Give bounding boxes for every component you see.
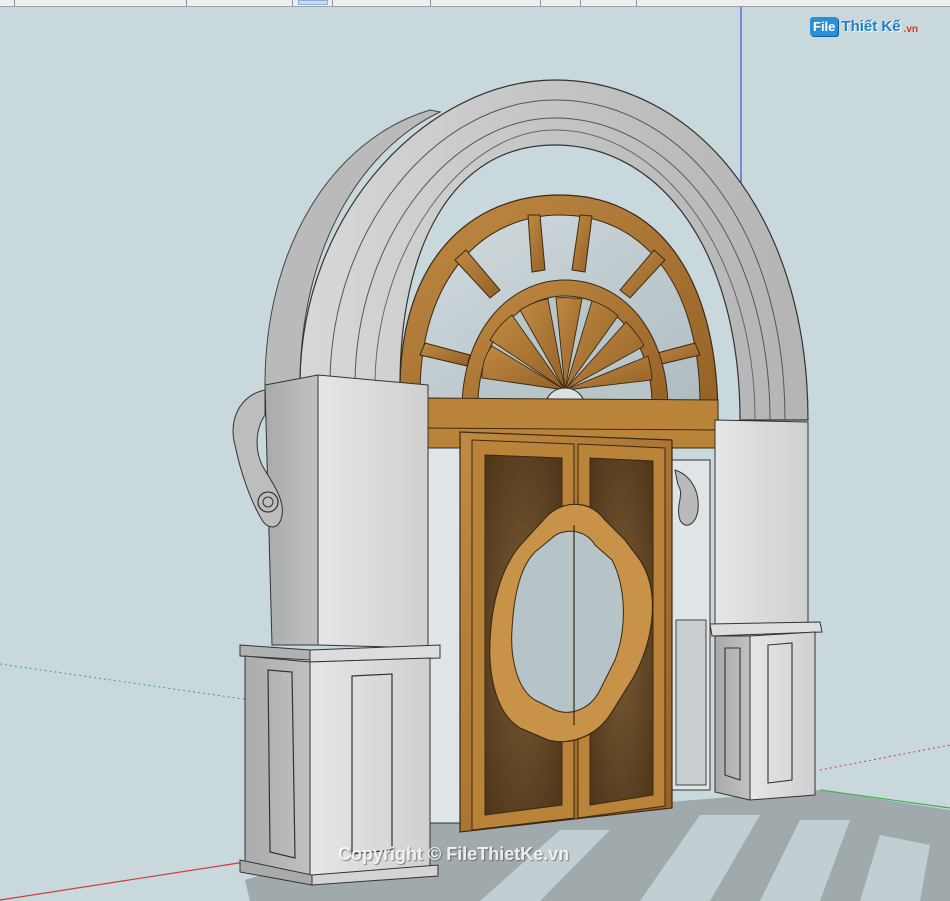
red-axis-dotted-line xyxy=(819,744,950,771)
right-sidelight-lower xyxy=(675,619,707,786)
right-base-side xyxy=(714,635,751,801)
toolbar-separator xyxy=(186,0,187,6)
toolbar-separator xyxy=(540,0,541,6)
logo-box: File xyxy=(810,16,839,36)
toolbar-separator xyxy=(14,0,15,6)
logo-domain: .vn xyxy=(903,24,919,35)
toolbar-separator xyxy=(430,0,431,6)
toolbar-active-tool-button[interactable] xyxy=(298,0,328,5)
right-pillar-front xyxy=(714,419,809,631)
toolbar-separator xyxy=(332,0,333,6)
right-base-front xyxy=(749,631,816,801)
toolbar-strip xyxy=(0,0,950,7)
red-axis-line xyxy=(0,861,246,901)
filethietke-logo: File Thiết Kế .vn xyxy=(810,13,918,39)
copyright-watermark: Copyright © FileThietKe.vn xyxy=(338,844,570,864)
green-axis-dotted-line xyxy=(0,663,251,701)
left-pillar-front xyxy=(317,374,429,649)
logo-text: Thiết Kế xyxy=(841,17,901,35)
toolbar-separator xyxy=(636,0,637,6)
toolbar-separator xyxy=(292,0,293,6)
toolbar-separator xyxy=(580,0,581,6)
left-base-side xyxy=(244,655,311,879)
model-viewport[interactable] xyxy=(0,7,950,901)
door-model-scene xyxy=(0,7,950,901)
